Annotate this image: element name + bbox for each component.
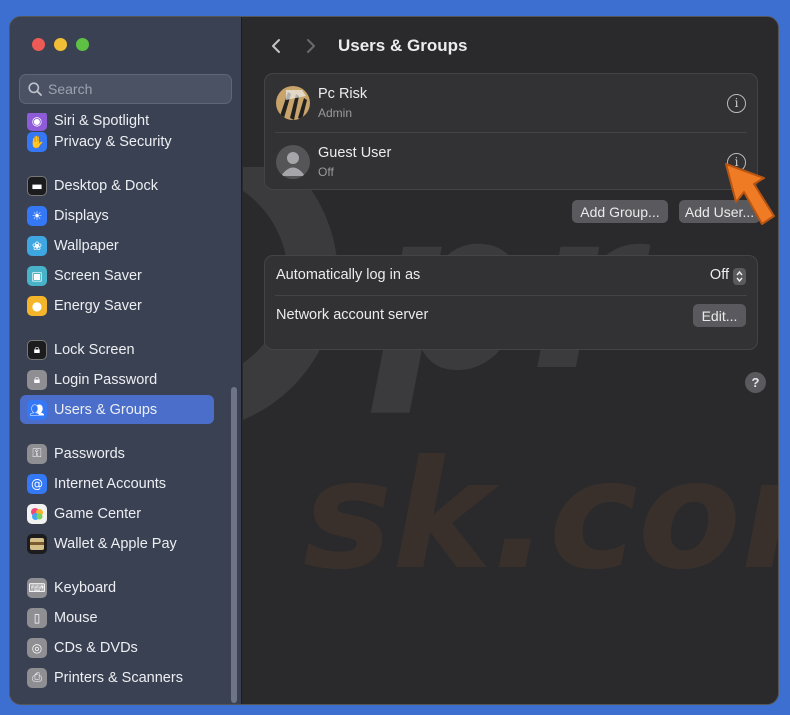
toolbar: Users & Groups [243,31,778,61]
settings-window: ◉ Siri & Spotlight ✋ Privacy & Security … [9,16,779,705]
edit-button[interactable]: Edit... [693,304,746,327]
sidebar-item-label: Wallet & Apple Pay [54,535,177,552]
sidebar-item-label: Displays [54,207,109,224]
sidebar-item-wallet[interactable]: Wallet & Apple Pay [20,529,214,558]
close-window-button[interactable] [32,38,45,51]
sidebar-item-label: CDs & DVDs [54,639,138,656]
sidebar-item-label: Screen Saver [54,267,142,284]
hand-icon: ✋ [27,131,47,152]
sidebar-item-label: Keyboard [54,579,117,596]
zoom-window-button[interactable] [76,38,89,51]
search-icon [28,82,42,96]
sidebar-item-keyboard[interactable]: ⌨ Keyboard [20,573,214,602]
flower-icon: ❀ [27,235,47,256]
sidebar-item-privacy[interactable]: ✋ Privacy & Security [20,127,214,156]
sidebar-item-desktop-dock[interactable]: ▬ Desktop & Dock [20,171,214,200]
sidebar-item-label: Internet Accounts [54,475,167,492]
add-group-button[interactable]: Add Group... [572,200,668,223]
watermark-logo: sk.com pr [243,167,779,597]
sidebar-item-label: Printers & Scanners [54,669,183,686]
sidebar-item-game-center[interactable]: Game Center [20,499,214,528]
user-status: Off [318,165,334,179]
traffic-lights [32,38,89,51]
sidebar-item-mouse[interactable]: ▯ Mouse [20,603,214,632]
main-pane: sk.com pr Users & Groups [243,17,778,704]
sidebar-item-label: Desktop & Dock [54,177,158,194]
popup-stepper-icon[interactable] [733,268,746,285]
info-icon[interactable]: i [727,152,746,172]
sidebar-item-label: Privacy & Security [54,133,172,150]
chevron-left-icon [272,39,280,53]
lock-icon: 🔒︎ [27,369,47,390]
key-icon: ⚿ [27,443,47,464]
sidebar-list: ◉ Siri & Spotlight ✋ Privacy & Security … [10,113,242,703]
zebra-avatar [276,86,310,120]
sidebar-item-lock-screen[interactable]: 🔒︎ Lock Screen [20,335,214,364]
sidebar-item-login-password[interactable]: 🔒︎ Login Password [20,365,214,394]
help-button[interactable]: ? [745,372,766,393]
user-name: Pc Risk [318,86,368,102]
info-icon[interactable]: i [727,93,746,113]
mouse-icon: ▯ [27,607,47,628]
disc-icon: ◎ [27,637,47,658]
user-name: Guest User [318,145,392,161]
auto-login-value[interactable]: Off [710,267,729,283]
add-user-button[interactable]: Add User... [679,200,760,223]
search-field[interactable] [19,74,232,104]
sidebar-item-label: Passwords [54,445,125,462]
sun-icon: ☀ [27,205,47,226]
printer-icon: ⎙ [27,667,47,688]
sidebar-item-internet-accounts[interactable]: @ Internet Accounts [20,469,214,498]
sidebar-item-label: Game Center [54,505,142,522]
page-title: Users & Groups [338,36,468,55]
sidebar-item-printers[interactable]: ⎙ Printers & Scanners [20,663,214,692]
forward-button[interactable] [298,33,324,59]
lock-icon: 🔒︎ [27,339,47,360]
screensaver-icon: ▣ [27,265,47,286]
login-settings-card: Automatically log in as Off Network acco… [264,255,758,350]
sidebar-scrollbar[interactable] [231,387,237,703]
bulb-icon: ● [27,295,47,316]
users-card: Pc Risk Admin i Guest User Off i [264,73,758,190]
back-button[interactable] [263,33,289,59]
auto-login-label: Automatically log in as [276,267,421,283]
svg-text:sk.com: sk.com [303,429,779,597]
sidebar-item-users-groups[interactable]: 👥︎ Users & Groups [20,395,214,424]
user-row-guest[interactable]: Guest User Off i [265,133,757,191]
user-role: Admin [318,106,353,120]
sidebar-item-cds-dvds[interactable]: ◎ CDs & DVDs [20,633,214,662]
gamecenter-icon [27,503,47,524]
at-icon: @ [27,473,47,494]
divider [275,295,747,296]
sidebar: ◉ Siri & Spotlight ✋ Privacy & Security … [10,17,242,704]
minimize-window-button[interactable] [54,38,67,51]
sidebar-item-label: Mouse [54,609,98,626]
sidebar-item-label: Lock Screen [54,341,135,358]
sidebar-item-label: Users & Groups [54,401,158,418]
wallet-icon [27,533,47,554]
search-input[interactable] [48,81,218,97]
network-server-label: Network account server [276,307,429,323]
chevron-right-icon [307,39,315,53]
generic-avatar [276,145,310,179]
dock-icon: ▬ [27,175,47,196]
sidebar-item-screen-saver[interactable]: ▣ Screen Saver [20,261,214,290]
keyboard-icon: ⌨ [27,577,47,598]
user-row-pc-risk[interactable]: Pc Risk Admin i [265,74,757,132]
sidebar-item-energy-saver[interactable]: ● Energy Saver [20,291,214,320]
sidebar-item-label: Energy Saver [54,297,142,314]
sidebar-item-displays[interactable]: ☀ Displays [20,201,214,230]
sidebar-item-label: Wallpaper [54,237,119,254]
sidebar-item-passwords[interactable]: ⚿ Passwords [20,439,214,468]
users-icon: 👥︎ [27,399,47,420]
sidebar-item-label: Login Password [54,371,158,388]
sidebar-item-wallpaper[interactable]: ❀ Wallpaper [20,231,214,260]
